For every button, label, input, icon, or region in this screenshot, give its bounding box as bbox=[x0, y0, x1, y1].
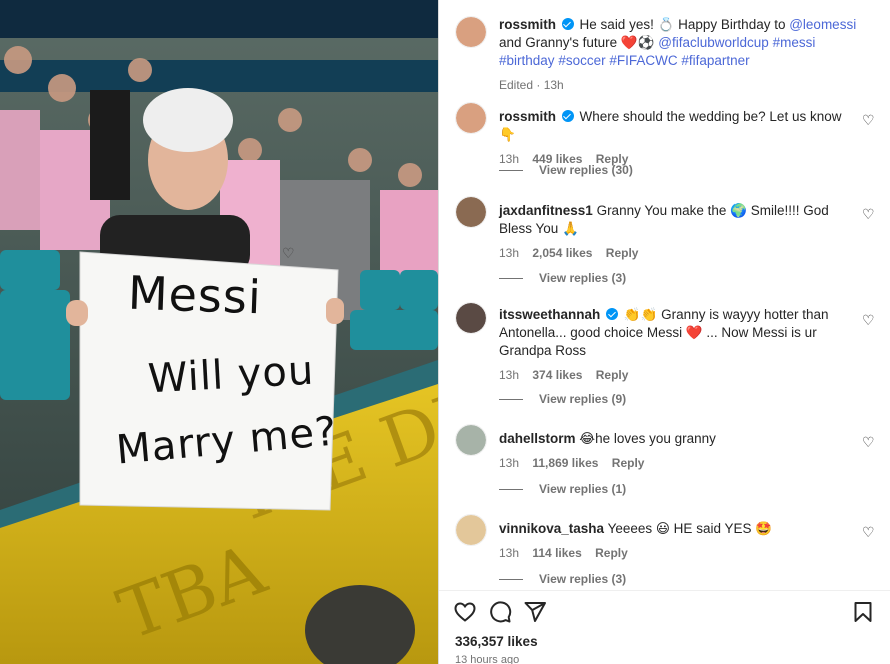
comment-time[interactable]: 13h bbox=[499, 368, 519, 382]
caption-text: He said yes! bbox=[579, 17, 658, 32]
share-send-icon[interactable] bbox=[523, 600, 547, 624]
avatar[interactable] bbox=[455, 514, 487, 546]
avatar[interactable] bbox=[455, 302, 487, 334]
hashtag-link[interactable]: #fifapartner bbox=[681, 53, 749, 68]
like-heart-icon[interactable] bbox=[453, 600, 477, 624]
reply-button[interactable]: Reply bbox=[595, 546, 628, 560]
view-replies-button[interactable]: View replies (30) bbox=[499, 163, 633, 177]
view-replies-label: View replies (1) bbox=[539, 482, 627, 496]
comment-likes[interactable]: 2,054 likes bbox=[532, 246, 592, 260]
caption-username[interactable]: rossmith bbox=[499, 17, 556, 32]
mention-link[interactable]: @fifaclubworldcup bbox=[658, 35, 769, 50]
avatar[interactable] bbox=[455, 196, 487, 228]
stadium-scene: IVE DET TBA ♡ bbox=[0, 0, 438, 664]
divider bbox=[499, 398, 523, 400]
reply-button[interactable]: Reply bbox=[612, 456, 645, 470]
comment-username[interactable]: itssweethannah bbox=[499, 307, 600, 322]
comment-time[interactable]: 13h bbox=[499, 546, 519, 560]
view-replies-button[interactable]: View replies (3) bbox=[499, 572, 626, 586]
divider bbox=[499, 169, 523, 171]
likes-count[interactable]: 336,357 likes bbox=[455, 634, 538, 649]
post-time[interactable]: 13 hours ago bbox=[455, 654, 519, 664]
like-heart-icon[interactable]: ♡ bbox=[862, 207, 876, 221]
post-panel: rossmith He said yes! 💍 Happy Birthday t… bbox=[438, 0, 890, 664]
comment-likes[interactable]: 374 likes bbox=[532, 368, 582, 382]
view-replies-label: View replies (3) bbox=[539, 572, 627, 586]
comment-time[interactable]: 13h bbox=[499, 246, 519, 260]
like-heart-icon[interactable]: ♡ bbox=[862, 113, 876, 127]
hashtag-link[interactable]: #messi bbox=[773, 35, 816, 50]
like-heart-icon[interactable]: ♡ bbox=[862, 525, 876, 539]
comments-list[interactable]: rossmith He said yes! 💍 Happy Birthday t… bbox=[439, 0, 890, 590]
verified-badge-icon bbox=[606, 308, 619, 320]
divider bbox=[499, 488, 523, 490]
post-actions: 336,357 likes 13 hours ago bbox=[439, 590, 890, 664]
post-photo[interactable]: IVE DET TBA ♡ Messi Will you Marry me? bbox=[0, 0, 438, 664]
heart-ball-emoji: ❤️⚽ bbox=[620, 35, 655, 50]
hashtag-link[interactable]: #FIFACWC bbox=[609, 53, 677, 68]
reply-button[interactable]: Reply bbox=[596, 368, 629, 382]
view-replies-label: View replies (30) bbox=[539, 163, 633, 177]
view-replies-label: View replies (3) bbox=[539, 271, 627, 285]
comment-text: 😂he loves you granny bbox=[579, 431, 716, 446]
save-bookmark-icon[interactable] bbox=[851, 600, 875, 624]
avatar[interactable] bbox=[455, 424, 487, 456]
post-dialog: IVE DET TBA ♡ Messi Will you Marry me? r… bbox=[0, 0, 890, 664]
comment-likes[interactable]: 11,869 likes bbox=[532, 456, 598, 470]
svg-text:♡: ♡ bbox=[282, 245, 295, 261]
comment-username[interactable]: rossmith bbox=[499, 109, 556, 124]
like-heart-icon[interactable]: ♡ bbox=[862, 313, 876, 327]
caption-text: Happy Birthday to bbox=[674, 17, 790, 32]
caption-text: and Granny's future bbox=[499, 35, 621, 50]
view-replies-button[interactable]: View replies (1) bbox=[499, 482, 626, 496]
reply-button[interactable]: Reply bbox=[606, 246, 639, 260]
view-replies-label: View replies (9) bbox=[539, 392, 627, 406]
avatar[interactable] bbox=[455, 16, 487, 48]
hashtag-link[interactable]: #soccer bbox=[558, 53, 605, 68]
avatar[interactable] bbox=[455, 102, 487, 134]
comment-username[interactable]: jaxdanfitness1 bbox=[499, 203, 593, 218]
divider bbox=[499, 277, 523, 279]
hashtag-link[interactable]: #birthday bbox=[499, 53, 555, 68]
sign-line-1: Messi bbox=[127, 265, 263, 325]
comment-time[interactable]: 13h bbox=[499, 456, 519, 470]
view-replies-button[interactable]: View replies (9) bbox=[499, 392, 626, 406]
view-replies-button[interactable]: View replies (3) bbox=[499, 271, 626, 285]
comment-text: Yeeees 😃 HE said YES 🤩 bbox=[607, 521, 773, 536]
sign-line-2: Will you bbox=[146, 347, 316, 403]
verified-badge-icon bbox=[561, 110, 574, 122]
caption-edited: Edited · 13h bbox=[499, 78, 564, 92]
comment-bubble-icon[interactable] bbox=[488, 600, 512, 624]
divider bbox=[499, 578, 523, 580]
comment-username[interactable]: dahellstorm bbox=[499, 431, 576, 446]
comment-likes[interactable]: 114 likes bbox=[532, 546, 581, 560]
mention-link[interactable]: @leomessi bbox=[789, 17, 856, 32]
like-heart-icon[interactable]: ♡ bbox=[862, 435, 876, 449]
comment-username[interactable]: vinnikova_tasha bbox=[499, 521, 604, 536]
verified-badge-icon bbox=[561, 18, 574, 30]
ring-emoji: 💍 bbox=[657, 17, 675, 32]
